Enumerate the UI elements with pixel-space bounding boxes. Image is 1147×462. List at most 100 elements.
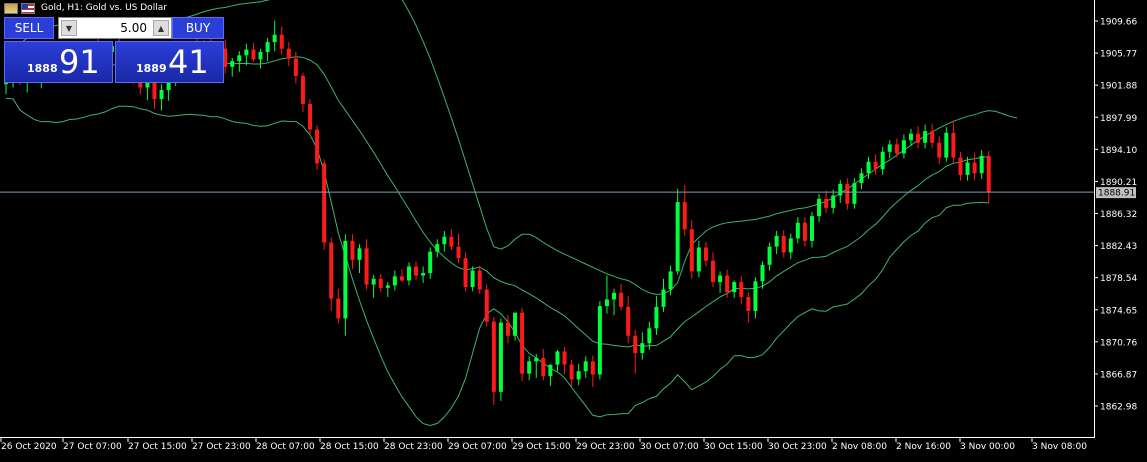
- candle-body: [555, 351, 560, 365]
- candle-body: [908, 133, 913, 141]
- lot-increase-icon[interactable]: ▲: [153, 20, 169, 36]
- x-tick-label: 27 Oct 07:00: [63, 442, 122, 452]
- candle-body: [265, 42, 270, 53]
- candle-body: [293, 58, 298, 76]
- x-tick-label: 2 Nov 08:00: [832, 442, 887, 452]
- x-tick-label: 27 Oct 15:00: [128, 442, 187, 452]
- candle-body: [619, 292, 624, 307]
- lot-size-value[interactable]: 5.00: [120, 21, 147, 35]
- candle-body: [824, 198, 829, 208]
- current-price-label-text: 1888.91: [1098, 189, 1135, 199]
- candle-body: [590, 361, 595, 375]
- x-tick-label: 28 Oct 15:00: [320, 442, 379, 452]
- candle-body: [923, 131, 928, 143]
- candle-body: [230, 61, 235, 67]
- buy-price-button[interactable]: 1889 41: [115, 41, 224, 83]
- candle-body: [795, 222, 800, 239]
- y-tick-label: 1874.65: [1100, 306, 1137, 316]
- y-tick-label: 1882.43: [1100, 242, 1137, 252]
- candle-body: [364, 248, 369, 285]
- candle-body: [986, 155, 991, 193]
- candle-body: [308, 103, 313, 130]
- gold-flag-icon: [4, 2, 18, 14]
- candle: [315, 125, 320, 170]
- candle-body: [520, 312, 525, 374]
- candle-body: [654, 306, 659, 329]
- candle-body: [901, 140, 906, 154]
- candle-body: [696, 247, 701, 272]
- candle-body: [965, 162, 970, 175]
- candle-body: [831, 195, 836, 208]
- candle: [491, 316, 496, 406]
- buy-price-prefix: 1889: [136, 62, 167, 75]
- sell-price-pips: 91: [59, 43, 100, 81]
- candle-body: [343, 240, 348, 319]
- candle-body: [633, 335, 638, 354]
- candle-body: [802, 222, 807, 241]
- candle-body: [442, 236, 447, 245]
- candle-body: [859, 173, 864, 184]
- candle-body: [357, 248, 362, 260]
- x-tick-label: 3 Nov 08:00: [1032, 442, 1087, 452]
- chart-title-bar: Gold, H1: Gold vs. US Dollar: [4, 1, 167, 15]
- candle-body: [781, 235, 786, 253]
- candle-body: [237, 55, 242, 62]
- candle-body: [159, 89, 164, 100]
- candle-body: [866, 161, 871, 174]
- current-price-label: 1888.91: [1096, 187, 1136, 199]
- y-tick-label: 1866.87: [1100, 370, 1137, 380]
- candle-body: [809, 216, 814, 241]
- candle-body: [251, 49, 256, 60]
- candle-body: [817, 198, 822, 217]
- candle-body: [371, 278, 376, 285]
- candle-body: [569, 364, 574, 380]
- lot-decrease-icon[interactable]: ▼: [61, 20, 77, 36]
- candle-body: [541, 357, 546, 377]
- candle-body: [951, 132, 956, 158]
- candle: [484, 284, 489, 327]
- candle-body: [838, 183, 843, 196]
- candle-body: [449, 236, 454, 247]
- sell-button[interactable]: SELL: [4, 17, 54, 39]
- candle-body: [774, 235, 779, 247]
- y-tick-label: 1894.10: [1100, 146, 1137, 156]
- candle-body: [548, 364, 553, 377]
- x-tick-label: 27 Oct 23:00: [192, 442, 251, 452]
- candle: [463, 252, 468, 292]
- buy-button[interactable]: BUY: [172, 17, 224, 39]
- candle-body: [505, 322, 510, 336]
- candle-body: [329, 242, 334, 299]
- sell-price-button[interactable]: 1888 91: [4, 41, 113, 83]
- candle-body: [378, 278, 383, 288]
- candle-body: [576, 371, 581, 380]
- candle-body: [930, 131, 935, 143]
- candle-body: [421, 273, 426, 276]
- candle-body: [760, 264, 765, 282]
- y-tick-label: 1862.98: [1100, 403, 1137, 413]
- candle-body: [534, 357, 539, 362]
- candle-body: [286, 48, 291, 59]
- candle-body: [661, 289, 666, 307]
- y-tick-label: 1878.54: [1100, 274, 1137, 284]
- candle-body: [972, 162, 977, 174]
- candle-body: [272, 34, 277, 43]
- candle-body: [718, 275, 723, 283]
- candle-body: [788, 238, 793, 253]
- one-click-trading-panel: SELL ▼ 5.00 ▲ BUY 1888 91 1889 41: [4, 17, 224, 83]
- candle-body: [583, 361, 588, 372]
- candle-body: [937, 142, 942, 158]
- candle-body: [880, 151, 885, 170]
- candle-body: [612, 292, 617, 300]
- x-tick-label: 30 Oct 23:00: [768, 442, 827, 452]
- candle-body: [428, 251, 433, 274]
- y-tick-label: 1905.77: [1100, 50, 1137, 60]
- candle-body: [746, 296, 751, 311]
- candle-body: [916, 133, 921, 143]
- candle-body: [725, 275, 730, 293]
- candle-body: [435, 244, 440, 252]
- candle-body: [392, 276, 397, 286]
- lot-size-input[interactable]: ▼ 5.00 ▲: [58, 17, 172, 39]
- candle-body: [315, 129, 320, 164]
- candle-body: [958, 157, 963, 175]
- y-tick-label: 1870.76: [1100, 338, 1137, 348]
